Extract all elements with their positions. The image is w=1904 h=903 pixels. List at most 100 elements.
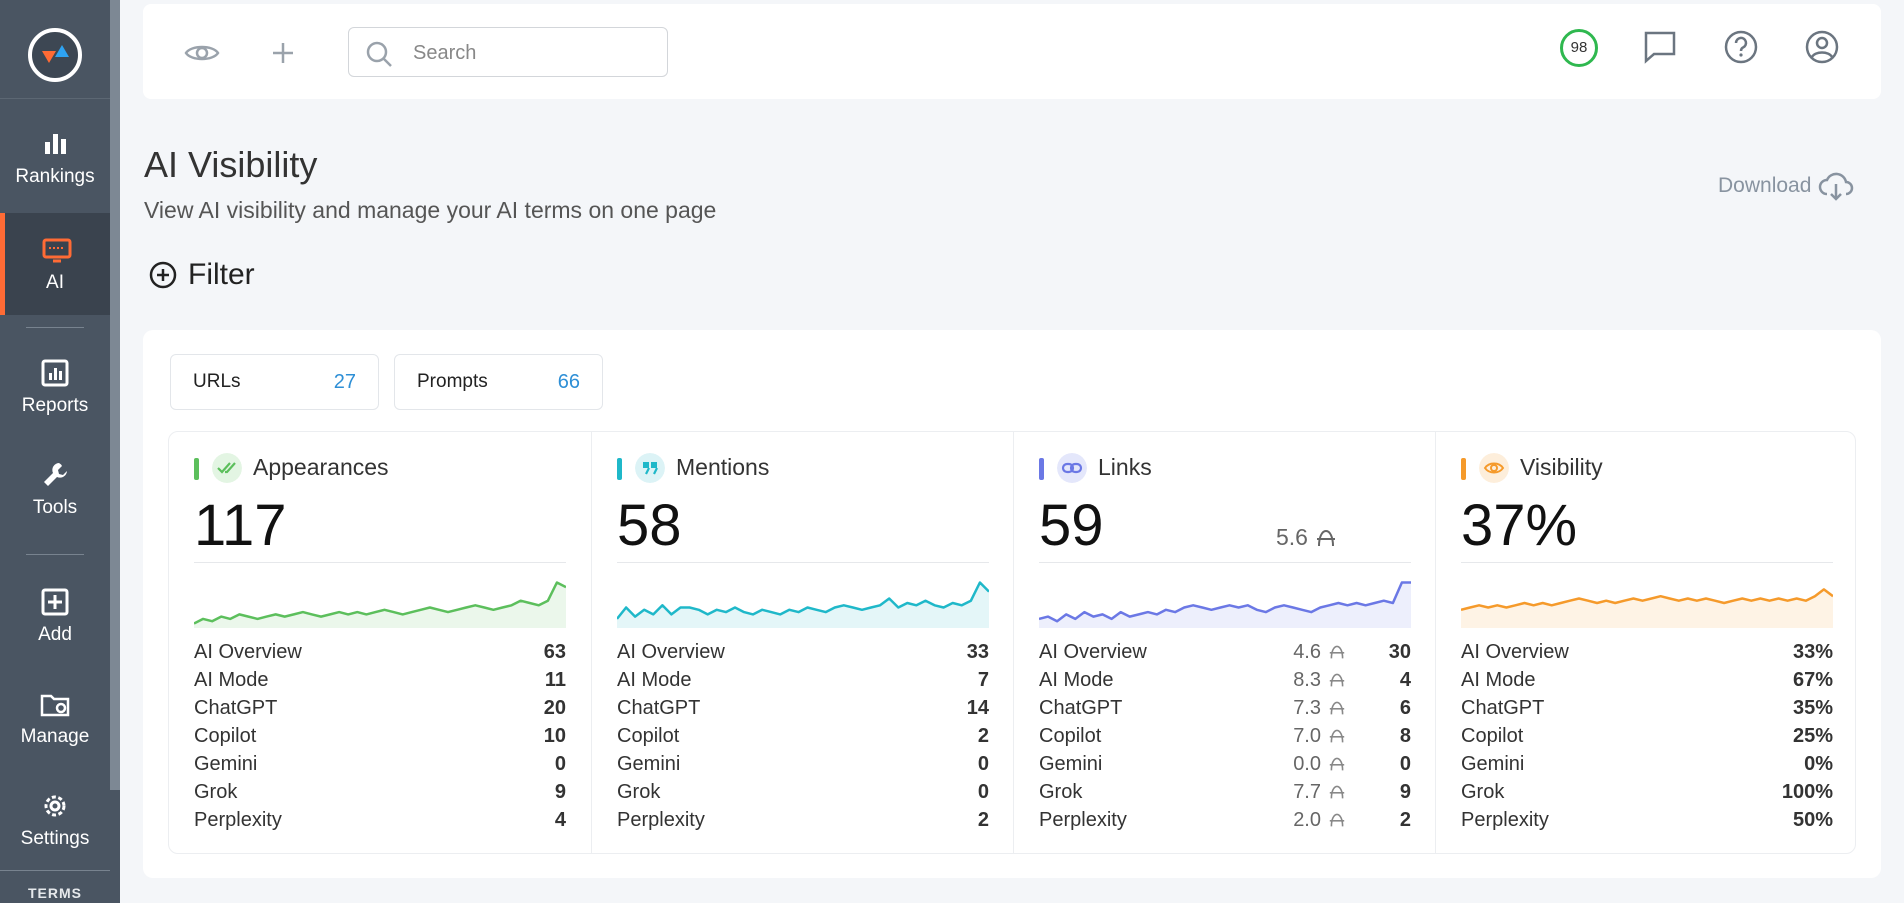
add-box-icon <box>41 588 69 616</box>
list-item: AI Mode 11 <box>194 669 566 691</box>
ai-visibility-panel: URLs 27 Prompts 66 Appearances 117 AI Ov… <box>143 330 1881 878</box>
position-icon <box>1329 729 1345 743</box>
sidebar-item-label: Rankings <box>15 166 95 187</box>
download-label: Download <box>1718 174 1812 197</box>
list-item: ChatGPT 14 <box>617 697 989 719</box>
sparkline-area <box>1461 589 1833 628</box>
gear-icon <box>44 795 66 817</box>
card-title: Links <box>1098 454 1152 480</box>
card-value: 37% <box>1461 493 1578 558</box>
list-item: AI Overview 33% <box>1461 641 1833 663</box>
card-title: Appearances <box>253 454 389 480</box>
card-appearances[interactable]: Appearances 117 AI Overview 63 AI Mode 11 … <box>169 432 591 853</box>
average-position: 5.6 <box>1276 524 1336 551</box>
sparkline <box>194 581 566 628</box>
cloud-download-icon <box>1819 172 1854 201</box>
card-color-bar <box>617 458 622 480</box>
page-title: AI Visibility <box>144 144 318 185</box>
wrench-icon <box>44 463 67 486</box>
card-rows: AI Overview 33% AI Mode 67% ChatGPT 35% Cop… <box>1461 638 1833 834</box>
card-divider <box>1461 562 1833 563</box>
sidebar-item-label: Reports <box>21 395 89 416</box>
sidebar-item-tools[interactable]: Tools <box>0 459 110 519</box>
filter-label: Filter <box>188 258 255 291</box>
sidebar-item-label: Tools <box>32 497 78 518</box>
list-item: Perplexity 2 <box>617 809 989 831</box>
card-value: 117 <box>194 493 287 558</box>
eye-icon[interactable] <box>183 34 221 72</box>
card-links[interactable]: Links 59 5.6 AI Overview 4.6 30 AI Mode 8.3… <box>1013 432 1435 853</box>
position-icon <box>1329 785 1345 799</box>
sidebar-item-rankings[interactable]: Rankings <box>0 128 110 188</box>
prompts-pill[interactable]: Prompts 66 <box>394 354 603 410</box>
average-position-value: 5.6 <box>1276 524 1308 550</box>
search-box[interactable] <box>348 27 668 77</box>
list-item: Copilot 2 <box>617 725 989 747</box>
search-input[interactable] <box>413 40 653 66</box>
sidebar-divider <box>26 327 84 328</box>
report-icon <box>41 359 69 387</box>
list-item: AI Overview 63 <box>194 641 566 663</box>
card-title: Mentions <box>676 454 770 480</box>
sidebar-item-manage[interactable]: Manage <box>0 688 110 748</box>
sidebar-terms-label[interactable]: TERMS <box>0 885 110 901</box>
list-item: Grok 100% <box>1461 781 1833 803</box>
list-item: Copilot 25% <box>1461 725 1833 747</box>
card-rows: AI Overview 4.6 30 AI Mode 8.3 4 ChatGPT 7.3 6… <box>1039 638 1411 834</box>
sidebar-divider <box>0 870 110 871</box>
sparkline <box>1039 581 1411 628</box>
card-mentions[interactable]: Mentions 58 AI Overview 33 AI Mode 7 ChatG… <box>591 432 1013 853</box>
list-item: Gemini 0 <box>194 753 566 775</box>
list-item: Perplexity 50% <box>1461 809 1833 831</box>
urls-count: 27 <box>333 371 356 393</box>
sidebar-item-reports[interactable]: Reports <box>0 357 110 417</box>
plus-icon[interactable] <box>264 34 302 72</box>
sidebar-scrollbar[interactable] <box>110 0 120 790</box>
score-badge[interactable]: 98 <box>1560 29 1598 67</box>
card-value: 58 <box>617 493 682 558</box>
logo-orange-triangle <box>42 51 56 63</box>
eye-icon <box>1479 453 1509 483</box>
position-icon <box>1329 673 1345 687</box>
sidebar-divider <box>26 554 84 555</box>
list-item: ChatGPT 35% <box>1461 697 1833 719</box>
position-icon <box>1329 645 1345 659</box>
sidebar-item-label: Add <box>38 624 72 645</box>
top-bar: 98 <box>143 4 1881 99</box>
prompts-count: 66 <box>557 371 580 393</box>
card-divider <box>1039 562 1411 563</box>
folder-gear-icon <box>40 694 70 717</box>
download-button[interactable]: Download <box>1718 170 1855 202</box>
prompts-label: Prompts <box>417 371 488 392</box>
list-item: Grok 0 <box>617 781 989 803</box>
sidebar-item-add[interactable]: Add <box>0 586 110 646</box>
sparkline <box>617 581 989 628</box>
list-item: Grok 7.7 9 <box>1039 781 1411 803</box>
list-item: AI Mode 67% <box>1461 669 1833 691</box>
list-item: Copilot 10 <box>194 725 566 747</box>
card-visibility[interactable]: Visibility 37% AI Overview 33% AI Mode 67%… <box>1435 432 1857 853</box>
urls-pill[interactable]: URLs 27 <box>170 354 379 410</box>
position-icon <box>1316 529 1335 546</box>
position-icon <box>1329 757 1345 771</box>
user-account-icon[interactable] <box>1803 28 1841 66</box>
list-item: Grok 9 <box>194 781 566 803</box>
list-item: AI Mode 8.3 4 <box>1039 669 1411 691</box>
bar-chart-icon <box>45 134 66 154</box>
app-logo[interactable] <box>28 28 82 82</box>
list-item: AI Overview 33 <box>617 641 989 663</box>
metric-cards: Appearances 117 AI Overview 63 AI Mode 11 … <box>168 431 1856 854</box>
list-item: AI Mode 7 <box>617 669 989 691</box>
monitor-icon <box>42 238 72 263</box>
card-divider <box>617 562 989 563</box>
link-icon <box>1057 453 1087 483</box>
chat-icon[interactable] <box>1641 28 1679 66</box>
filter-button[interactable]: Filter <box>148 258 255 292</box>
sidebar-item-settings[interactable]: Settings <box>0 790 110 850</box>
list-item: ChatGPT 20 <box>194 697 566 719</box>
sidebar-item-ai[interactable]: AI <box>0 213 110 315</box>
position-icon <box>1329 813 1345 827</box>
list-item: AI Overview 4.6 30 <box>1039 641 1411 663</box>
sparkline <box>1461 588 1833 628</box>
help-icon[interactable] <box>1722 28 1760 66</box>
